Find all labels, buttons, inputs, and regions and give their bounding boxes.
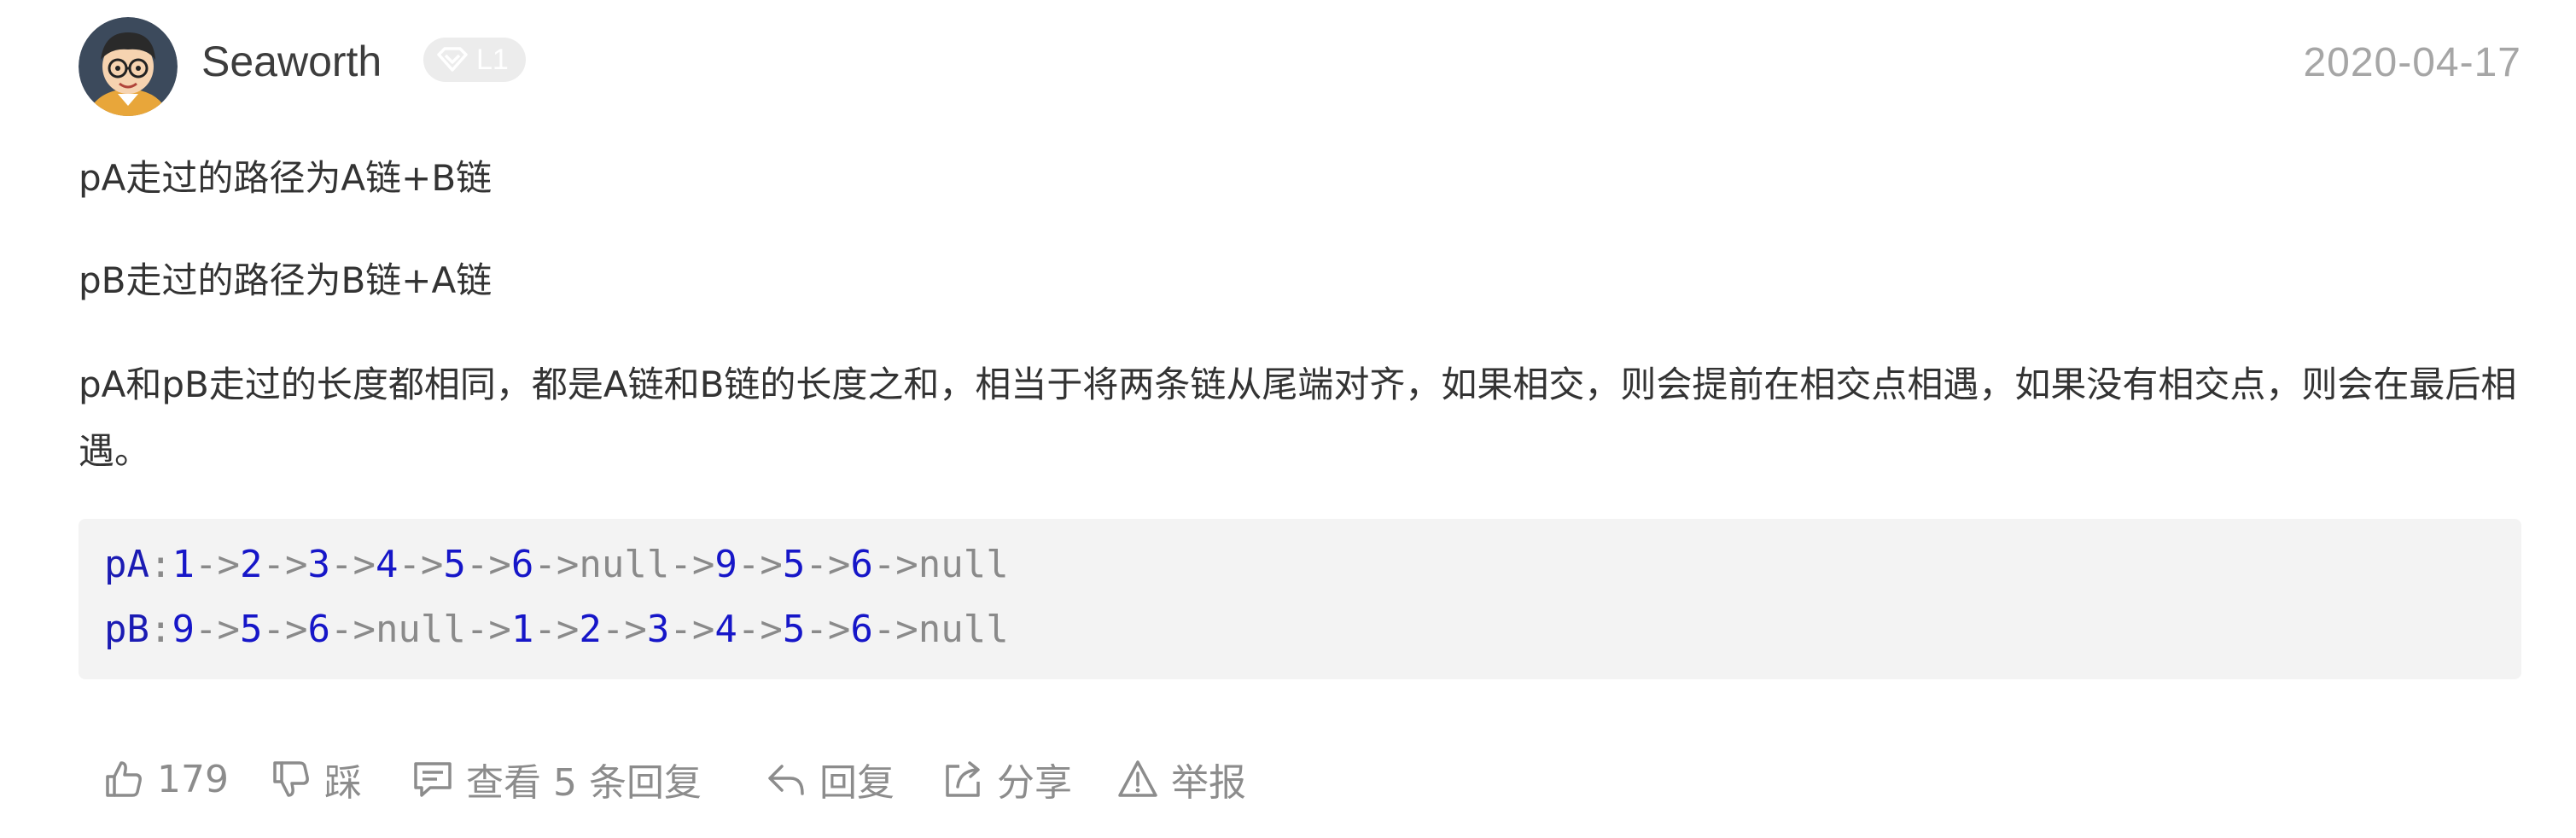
code-token: -> [329, 608, 376, 651]
code-number: 3 [646, 608, 670, 651]
code-token: -> [262, 608, 308, 651]
reply-label: 回复 [819, 761, 895, 805]
report-label: 举报 [1171, 761, 1246, 805]
code-number: 5 [782, 543, 806, 586]
like-button[interactable]: 179 [102, 749, 229, 809]
code-number: 1 [172, 543, 195, 586]
code-number: 9 [714, 543, 737, 586]
code-line: pA:1->2->3->4->5->6->null->9->5->6->null [104, 539, 1009, 591]
dislike-label: 踩 [324, 761, 362, 805]
code-token: -> [669, 543, 715, 586]
code-number: 3 [307, 543, 330, 586]
like-count: 179 [157, 757, 229, 801]
code-token: -> [533, 543, 580, 586]
share-label: 分享 [997, 761, 1072, 805]
code-token: -> [737, 543, 783, 586]
comment-date: 2020-04-17 [2303, 40, 2521, 85]
comment-header: Seaworth L1 2020-04-17 [79, 17, 2521, 118]
share-icon [946, 761, 980, 797]
code-number: 5 [782, 608, 806, 651]
code-token: -> [329, 543, 376, 586]
dislike-button[interactable]: 踩 [270, 749, 362, 809]
code-token: -> [465, 543, 511, 586]
level-badge: L1 [423, 38, 526, 82]
code-token: -> [805, 608, 851, 651]
code-token: : [149, 608, 172, 651]
code-number: 6 [850, 608, 873, 651]
thumbs-down-icon [273, 761, 309, 797]
code-token: null [375, 608, 466, 651]
share-button[interactable]: 分享 [942, 749, 1072, 809]
code-token: -> [669, 608, 715, 651]
author-name[interactable]: Seaworth [201, 36, 382, 87]
code-number: 4 [375, 543, 399, 586]
code-variable: pA [104, 543, 149, 586]
code-token: -> [194, 608, 240, 651]
comment-icon [414, 762, 452, 797]
comment-card: Seaworth L1 2020-04-17 pA走过的路径为A链+B链 pB走… [79, 17, 2521, 828]
code-token: null [918, 608, 1009, 651]
code-line: pB:9->5->6->null->1->2->3->4->5->6->null [104, 604, 1009, 655]
code-number: 9 [172, 608, 195, 651]
comment-paragraph: pA走过的路径为A链+B链 [79, 157, 492, 199]
code-number: 6 [850, 543, 873, 586]
code-number: 2 [579, 608, 602, 651]
thumbs-up-icon [106, 761, 142, 797]
code-number: 6 [307, 608, 330, 651]
code-number: 5 [239, 608, 263, 651]
comment-paragraph: pB走过的路径为B链+A链 [79, 259, 492, 301]
view-replies-button[interactable]: 查看 5 条回复 [411, 749, 702, 809]
code-number: 2 [239, 543, 263, 586]
warning-icon [1118, 760, 1157, 797]
action-bar: 179 踩 查看 5 条回复 回复 分享 举报 [102, 749, 1383, 809]
code-token: -> [805, 543, 851, 586]
code-token: null [579, 543, 670, 586]
code-token: -> [398, 543, 444, 586]
level-label: L1 [476, 44, 509, 76]
code-block: pA:1->2->3->4->5->6->null->9->5->6->null… [79, 519, 2521, 679]
code-variable: pB [104, 608, 149, 651]
comment-paragraph: pA和pB走过的长度都相同，都是A链和B链的长度之和，相当于将两条链从尾端对齐，… [79, 364, 2517, 472]
code-number: 4 [714, 608, 737, 651]
code-token: : [149, 543, 172, 586]
report-button[interactable]: 举报 [1116, 749, 1246, 809]
view-replies-label: 查看 5 条回复 [466, 761, 702, 805]
code-token: -> [533, 608, 580, 651]
avatar[interactable] [79, 17, 178, 116]
code-token: -> [872, 608, 918, 651]
diamond-icon [437, 47, 468, 72]
reply-button[interactable]: 回复 [765, 749, 895, 809]
code-token: -> [465, 608, 511, 651]
code-number: 6 [510, 543, 534, 586]
reply-arrow-icon [768, 765, 804, 795]
code-number: 5 [443, 543, 466, 586]
code-token: -> [601, 608, 647, 651]
code-token: -> [262, 543, 308, 586]
code-token: -> [737, 608, 783, 651]
code-number: 1 [510, 608, 534, 651]
code-token: -> [194, 543, 240, 586]
code-token: null [918, 543, 1009, 586]
code-token: -> [872, 543, 918, 586]
